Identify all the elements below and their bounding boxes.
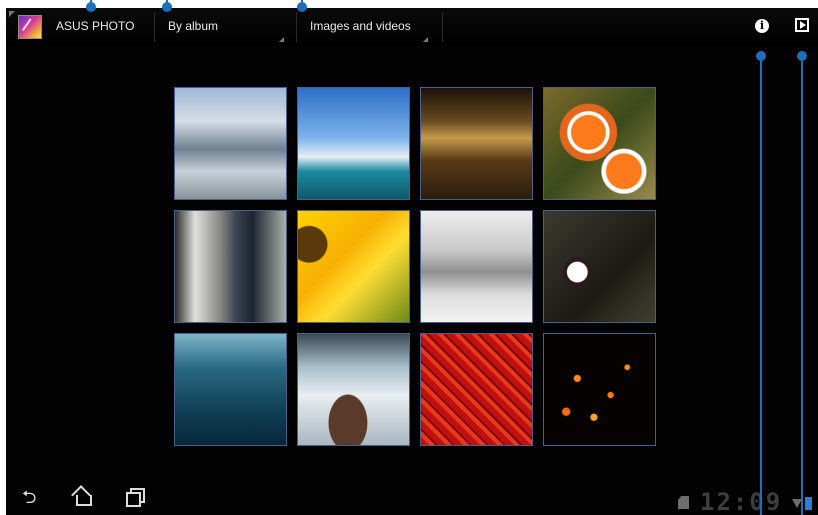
slideshow-icon[interactable] [795,18,809,32]
callout-line [801,55,803,515]
album-thumbnail-harbor[interactable] [297,87,410,200]
recent-apps-icon[interactable] [124,486,146,508]
app-title: ASUS PHOTO [56,19,135,33]
callout-line [301,0,303,6]
action-bar: ASUS PHOTO By album Images and videos i [6,8,818,46]
album-thumbnail-sunflower[interactable] [297,210,410,323]
callout-line [90,0,92,6]
album-thumbnail-clouds[interactable] [174,87,287,200]
asus-photo-app-icon[interactable] [18,15,42,39]
group-by-dropdown[interactable]: By album [160,8,288,46]
sd-card-icon [678,496,689,509]
corner-indicator [9,11,15,17]
back-icon[interactable]: ⮌ [22,486,44,508]
tablet-screen: ASUS PHOTO By album Images and videos i … [6,8,818,515]
album-thumbnail-kitten[interactable] [420,210,533,323]
album-thumbnail-flower[interactable] [543,210,656,323]
dropdown-indicator-icon [423,37,428,42]
separator [296,12,297,42]
separator [154,12,155,42]
callout-line [760,55,762,515]
media-filter-label: Images and videos [310,19,411,33]
clock[interactable]: 12:09 [700,488,782,515]
info-icon[interactable]: i [755,19,769,33]
album-thumbnail-sky-lanterns[interactable] [543,333,656,446]
album-thumbnail-lake[interactable] [174,333,287,446]
album-thumbnail-couple[interactable] [174,210,287,323]
album-thumbnail-clownfish[interactable] [543,87,656,200]
separator [442,12,443,42]
album-grid [174,87,656,447]
battery-icon [805,497,812,510]
media-filter-dropdown[interactable]: Images and videos [302,8,432,46]
system-navigation-bar: ⮌ 12:09 [6,480,818,515]
callout-line [166,0,168,6]
album-thumbnail-building[interactable] [420,87,533,200]
album-thumbnail-rock[interactable] [297,333,410,446]
album-thumbnail-lanterns[interactable] [420,333,533,446]
home-icon[interactable] [71,485,94,508]
group-by-label: By album [168,19,219,33]
dropdown-indicator-icon [279,37,284,42]
